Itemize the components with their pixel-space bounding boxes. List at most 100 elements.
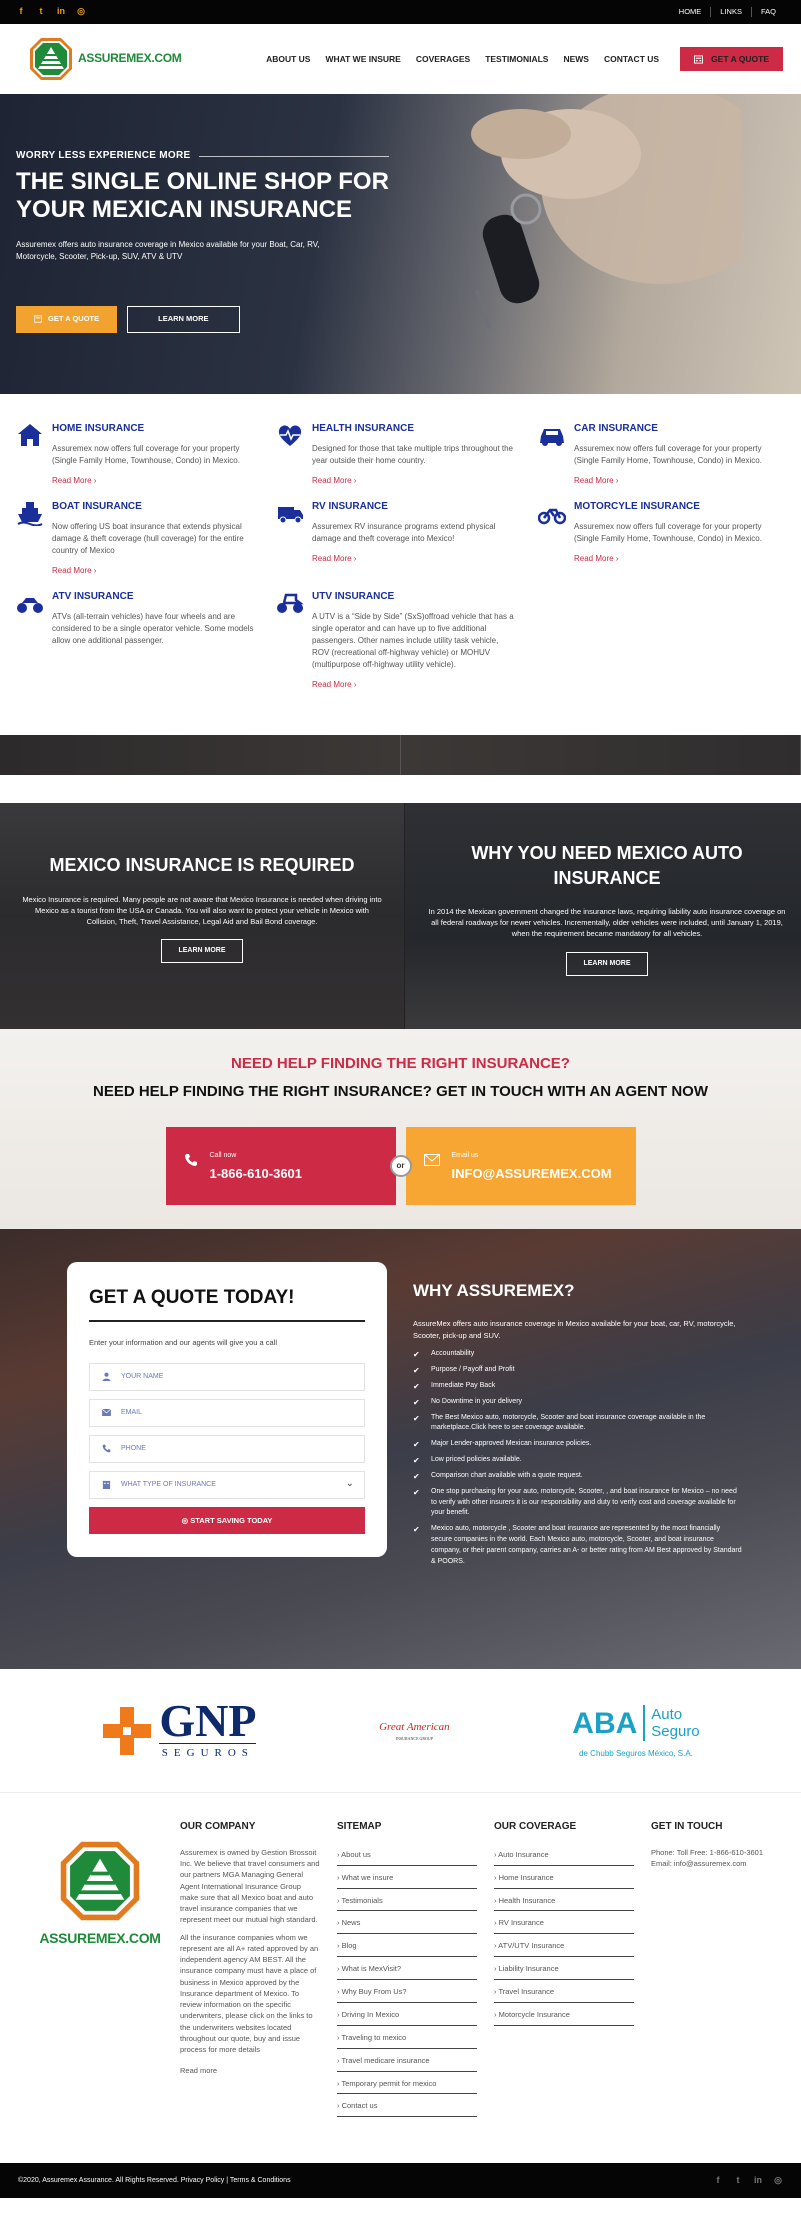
call-phone-number[interactable]: 1-866-610-3601 [210, 1165, 303, 1184]
gnp-cross-icon [103, 1706, 152, 1755]
phone-input[interactable]: PHONE [89, 1434, 365, 1463]
service-read-more-link[interactable]: Read More › [312, 475, 517, 487]
header-get-quote-label: GET A QUOTE [711, 53, 769, 64]
aba-sub: de Chubb Seguros México, S.A. [579, 1749, 693, 1759]
nav-coverages[interactable]: COVERAGES [416, 53, 470, 65]
aba-seguro-logo: ABA Auto Seguro de Chubb Seguros México, … [572, 1702, 700, 1760]
service-title[interactable]: HOME INSURANCE [52, 422, 257, 437]
sitemap-link[interactable]: News [337, 1915, 477, 1935]
great-american-wordmark: Great American [379, 1720, 450, 1733]
nav-news[interactable]: NEWS [563, 53, 589, 65]
sitemap-link[interactable]: Why Buy From Us? [337, 1984, 477, 2003]
coverage-link[interactable]: Motorcycle Insurance [494, 2007, 634, 2026]
header-get-quote-button[interactable]: GET A QUOTE [680, 46, 783, 72]
nav-what-we-insure[interactable]: WHAT WE INSURE [325, 53, 400, 65]
footer-logo[interactable]: ASSUREMEX.COM [20, 1820, 180, 2163]
why-list-item: The Best Mexico auto, motorcycle, Scoote… [413, 1413, 743, 1435]
sitemap-link[interactable]: Testimonials [337, 1893, 477, 1912]
site-logo[interactable]: ASSUREMEX.COM [28, 36, 182, 82]
hero-banner: WORRY LESS EXPERIENCE MORE THE SINGLE ON… [0, 94, 801, 394]
top-link-faq[interactable]: FAQ [750, 6, 785, 18]
chevron-down-icon: ⌄ [345, 1478, 354, 1490]
service-text: A UTV is a “Side by Side” (SxS)offroad v… [312, 611, 514, 669]
coverage-link[interactable]: Liability Insurance [494, 1961, 634, 1981]
footer-get-in-touch: GET IN TOUCH Phone: Toll Free: 1-866-610… [651, 1820, 791, 2163]
coverage-link[interactable]: Travel Insurance [494, 1984, 634, 2003]
ship-icon [17, 502, 43, 527]
footer-company-p2: All the insurance companies whom we repr… [180, 1932, 319, 2055]
aba-wordmark: ABA [572, 1706, 638, 1740]
great-american-sub: INSURANCE GROUP [395, 1735, 434, 1741]
coverage-link[interactable]: Home Insurance [494, 1870, 634, 1889]
email-input[interactable]: EMAIL [89, 1398, 365, 1427]
quote-section: GET A QUOTE TODAY! Enter your informatio… [0, 1229, 801, 1670]
service-title[interactable]: BOAT INSURANCE [52, 500, 257, 515]
sitemap-link[interactable]: Driving In Mexico [337, 2007, 477, 2026]
service-read-more-link[interactable]: Read More › [52, 475, 257, 487]
facebook-icon[interactable]: f [713, 2174, 723, 2187]
coverage-link[interactable]: Health Insurance [494, 1893, 634, 1912]
sitemap-link[interactable]: Temporary permit for mexico [337, 2076, 477, 2095]
twitter-icon[interactable]: t [36, 5, 46, 18]
image-strip [0, 735, 801, 776]
why-need-insurance-panel: WHY YOU NEED MEXICO AUTO INSURANCE In 20… [405, 803, 801, 1030]
nav-testimonials[interactable]: TESTIMONIALS [485, 53, 548, 65]
footer-phone[interactable]: Phone: Toll Free: 1-866-610-3601 [651, 1847, 781, 1858]
service-ship: BOAT INSURANCE Now offering US boat insur… [16, 500, 276, 576]
heartbeat-icon [278, 425, 302, 446]
top-link-links[interactable]: LINKS [710, 6, 751, 18]
twitter-icon[interactable]: t [733, 2174, 743, 2187]
coverage-list: Auto Insurance Home Insurance Health Insur… [494, 1847, 634, 2026]
call-now-box[interactable]: Call now 1-866-610-3601 [165, 1126, 396, 1205]
email-address[interactable]: INFO@ASSUREMEX.COM [452, 1165, 612, 1184]
nav-contact-us[interactable]: CONTACT US [604, 53, 659, 65]
sitemap-link[interactable]: What we insure [337, 1870, 477, 1889]
phone-icon [102, 1444, 111, 1453]
name-input[interactable]: YOUR NAME [89, 1362, 365, 1391]
top-link-home[interactable]: HOME [670, 7, 711, 18]
service-heartbeat: HEALTH INSURANCE Designed for those that … [276, 422, 538, 486]
footer-email[interactable]: Email: info@assuremex.com [651, 1858, 781, 1869]
service-title[interactable]: UTV INSURANCE [312, 590, 517, 605]
coverage-link[interactable]: Auto Insurance [494, 1847, 634, 1866]
why-list-item: Immediate Pay Back [413, 1381, 743, 1393]
email-us-box[interactable]: Email us INFO@ASSUREMEX.COM [405, 1126, 636, 1205]
email-label: Email us [451, 1151, 479, 1159]
service-read-more-link[interactable]: Read More › [574, 553, 779, 565]
coverage-link[interactable]: ATV/UTV Insurance [494, 1938, 634, 1958]
hero-learn-more-button[interactable]: LEARN MORE [127, 305, 240, 333]
hero-get-quote-button[interactable]: GET A QUOTE [16, 305, 118, 333]
sitemap-link[interactable]: Contact us [337, 2098, 477, 2118]
linkedin-icon[interactable]: in [56, 5, 66, 18]
linkedin-icon[interactable]: in [753, 2174, 763, 2187]
service-read-more-link[interactable]: Read More › [574, 475, 779, 487]
insurance-type-select[interactable]: WHAT TYPE OF INSURANCE ⌄ [89, 1470, 365, 1499]
coverage-link[interactable]: RV Insurance [494, 1915, 634, 1935]
instagram-icon[interactable]: ◎ [773, 2174, 783, 2187]
service-title[interactable]: HEALTH INSURANCE [312, 422, 517, 437]
nav-about-us[interactable]: ABOUT US [266, 53, 310, 65]
footer-read-more-link[interactable]: Read more [180, 2065, 320, 2076]
sitemap-link[interactable]: Traveling to mexico [337, 2030, 477, 2049]
service-title[interactable]: ATV INSURANCE [52, 590, 257, 605]
service-read-more-link[interactable]: Read More › [52, 565, 257, 577]
sitemap-link[interactable]: What is MexVisit? [337, 1961, 477, 1981]
mexico-insurance-required-panel: MEXICO INSURANCE IS REQUIRED Mexico Insu… [0, 803, 405, 1030]
sitemap-link[interactable]: Blog [337, 1938, 477, 1958]
panel-right-title: WHY YOU NEED MEXICO AUTO INSURANCE [471, 843, 743, 888]
panel-left-learn-more-button[interactable]: LEARN MORE [161, 939, 243, 964]
sitemap-link[interactable]: Travel medicare insurance [337, 2053, 477, 2072]
panel-right-learn-more-button[interactable]: LEARN MORE [566, 951, 648, 976]
start-saving-button[interactable]: ◎ START SAVING TODAY [89, 1506, 365, 1534]
service-title[interactable]: RV INSURANCE [312, 500, 517, 515]
need-help-section: NEED HELP FINDING THE RIGHT INSURANCE? N… [0, 1029, 801, 1230]
copyright-text: ©2020, Assuremex Assurance. All Rights R… [18, 2176, 291, 2184]
service-read-more-link[interactable]: Read More › [312, 679, 517, 691]
service-title[interactable]: CAR INSURANCE [574, 422, 779, 437]
sitemap-link[interactable]: About us [337, 1847, 477, 1866]
service-title[interactable]: MOTORCYLE INSURANCE [574, 500, 779, 515]
footer-our-coverage: OUR COVERAGE Auto Insurance Home Insuranc… [494, 1820, 651, 2163]
service-read-more-link[interactable]: Read More › [312, 553, 517, 565]
instagram-icon[interactable]: ◎ [76, 5, 86, 18]
facebook-icon[interactable]: f [16, 5, 26, 18]
